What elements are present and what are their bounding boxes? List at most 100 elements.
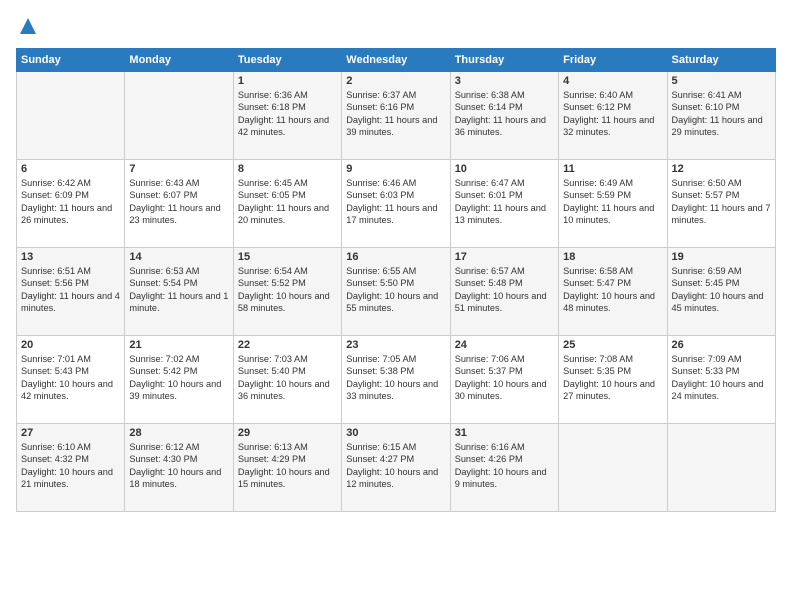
day-content: Sunrise: 6:53 AM Sunset: 5:54 PM Dayligh…: [129, 265, 228, 315]
calendar-week-2: 6 Sunrise: 6:42 AM Sunset: 6:09 PM Daylig…: [17, 160, 776, 248]
calendar-body: 1 Sunrise: 6:36 AM Sunset: 6:18 PM Daylig…: [17, 72, 776, 512]
calendar-table: SundayMondayTuesdayWednesdayThursdayFrid…: [16, 48, 776, 512]
day-content: Sunrise: 6:42 AM Sunset: 6:09 PM Dayligh…: [21, 177, 120, 227]
weekday-header-row: SundayMondayTuesdayWednesdayThursdayFrid…: [17, 49, 776, 72]
day-number: 25: [563, 339, 662, 351]
weekday-header-friday: Friday: [559, 49, 667, 72]
calendar-cell: 2 Sunrise: 6:37 AM Sunset: 6:16 PM Daylig…: [342, 72, 450, 160]
calendar-cell: 19 Sunrise: 6:59 AM Sunset: 5:45 PM Dayli…: [667, 248, 775, 336]
calendar-cell: 4Sunrise: 6:40 AM Sunset: 6:12 PM Daylig…: [559, 72, 667, 160]
day-number: 2: [346, 75, 445, 87]
weekday-header-wednesday: Wednesday: [342, 49, 450, 72]
day-number: 14: [129, 251, 228, 263]
calendar-cell: [667, 424, 775, 512]
day-content: Sunrise: 6:40 AM Sunset: 6:12 PM Dayligh…: [563, 89, 662, 139]
calendar-cell: [17, 72, 125, 160]
calendar-cell: 27 Sunrise: 6:10 AM Sunset: 4:32 PM Dayli…: [17, 424, 125, 512]
page-container: SundayMondayTuesdayWednesdayThursdayFrid…: [0, 0, 792, 520]
calendar-cell: 26Sunrise: 7:09 AM Sunset: 5:33 PM Dayli…: [667, 336, 775, 424]
weekday-header-thursday: Thursday: [450, 49, 558, 72]
calendar-cell: 5 Sunrise: 6:41 AM Sunset: 6:10 PM Daylig…: [667, 72, 775, 160]
calendar-cell: 14 Sunrise: 6:53 AM Sunset: 5:54 PM Dayli…: [125, 248, 233, 336]
day-content: Sunrise: 6:37 AM Sunset: 6:16 PM Dayligh…: [346, 89, 445, 139]
day-number: 1: [238, 75, 337, 87]
day-number: 8: [238, 163, 337, 175]
day-number: 15: [238, 251, 337, 263]
calendar-week-5: 27 Sunrise: 6:10 AM Sunset: 4:32 PM Dayli…: [17, 424, 776, 512]
day-content: Sunrise: 7:09 AM Sunset: 5:33 PM Dayligh…: [672, 353, 771, 403]
header: [16, 16, 776, 36]
calendar-cell: 28 Sunrise: 6:12 AM Sunset: 4:30 PM Dayli…: [125, 424, 233, 512]
day-content: Sunrise: 6:16 AM Sunset: 4:26 PM Dayligh…: [455, 441, 554, 491]
day-number: 30: [346, 427, 445, 439]
day-number: 24: [455, 339, 554, 351]
day-content: Sunrise: 6:10 AM Sunset: 4:32 PM Dayligh…: [21, 441, 120, 491]
weekday-header-sunday: Sunday: [17, 49, 125, 72]
day-content: Sunrise: 6:57 AM Sunset: 5:48 PM Dayligh…: [455, 265, 554, 315]
calendar-cell: 6 Sunrise: 6:42 AM Sunset: 6:09 PM Daylig…: [17, 160, 125, 248]
logo-icon: [18, 16, 38, 36]
day-content: Sunrise: 6:49 AM Sunset: 5:59 PM Dayligh…: [563, 177, 662, 227]
day-content: Sunrise: 6:58 AM Sunset: 5:47 PM Dayligh…: [563, 265, 662, 315]
day-content: Sunrise: 7:01 AM Sunset: 5:43 PM Dayligh…: [21, 353, 120, 403]
day-number: 16: [346, 251, 445, 263]
day-number: 9: [346, 163, 445, 175]
day-number: 17: [455, 251, 554, 263]
calendar-cell: 21 Sunrise: 7:02 AM Sunset: 5:42 PM Dayli…: [125, 336, 233, 424]
calendar-cell: 7Sunrise: 6:43 AM Sunset: 6:07 PM Daylig…: [125, 160, 233, 248]
calendar-cell: 17 Sunrise: 6:57 AM Sunset: 5:48 PM Dayli…: [450, 248, 558, 336]
calendar-cell: 23Sunrise: 7:05 AM Sunset: 5:38 PM Dayli…: [342, 336, 450, 424]
calendar-cell: 22Sunrise: 7:03 AM Sunset: 5:40 PM Dayli…: [233, 336, 341, 424]
day-number: 27: [21, 427, 120, 439]
day-number: 13: [21, 251, 120, 263]
day-content: Sunrise: 6:50 AM Sunset: 5:57 PM Dayligh…: [672, 177, 771, 227]
calendar-cell: 30Sunrise: 6:15 AM Sunset: 4:27 PM Dayli…: [342, 424, 450, 512]
day-content: Sunrise: 6:46 AM Sunset: 6:03 PM Dayligh…: [346, 177, 445, 227]
calendar-cell: 29Sunrise: 6:13 AM Sunset: 4:29 PM Dayli…: [233, 424, 341, 512]
calendar-cell: 31 Sunrise: 6:16 AM Sunset: 4:26 PM Dayli…: [450, 424, 558, 512]
weekday-header-saturday: Saturday: [667, 49, 775, 72]
day-number: 21: [129, 339, 228, 351]
day-content: Sunrise: 6:47 AM Sunset: 6:01 PM Dayligh…: [455, 177, 554, 227]
day-content: Sunrise: 7:06 AM Sunset: 5:37 PM Dayligh…: [455, 353, 554, 403]
day-content: Sunrise: 6:55 AM Sunset: 5:50 PM Dayligh…: [346, 265, 445, 315]
calendar-cell: 12Sunrise: 6:50 AM Sunset: 5:57 PM Dayli…: [667, 160, 775, 248]
calendar-week-4: 20 Sunrise: 7:01 AM Sunset: 5:43 PM Dayli…: [17, 336, 776, 424]
calendar-cell: 24 Sunrise: 7:06 AM Sunset: 5:37 PM Dayli…: [450, 336, 558, 424]
calendar-cell: 8Sunrise: 6:45 AM Sunset: 6:05 PM Daylig…: [233, 160, 341, 248]
day-content: Sunrise: 6:41 AM Sunset: 6:10 PM Dayligh…: [672, 89, 771, 139]
day-content: Sunrise: 7:02 AM Sunset: 5:42 PM Dayligh…: [129, 353, 228, 403]
calendar-week-3: 13 Sunrise: 6:51 AM Sunset: 5:56 PM Dayli…: [17, 248, 776, 336]
day-number: 29: [238, 427, 337, 439]
calendar-cell: 1 Sunrise: 6:36 AM Sunset: 6:18 PM Daylig…: [233, 72, 341, 160]
day-number: 20: [21, 339, 120, 351]
day-number: 3: [455, 75, 554, 87]
calendar-cell: 13 Sunrise: 6:51 AM Sunset: 5:56 PM Dayli…: [17, 248, 125, 336]
day-content: Sunrise: 6:12 AM Sunset: 4:30 PM Dayligh…: [129, 441, 228, 491]
calendar-cell: 10 Sunrise: 6:47 AM Sunset: 6:01 PM Dayli…: [450, 160, 558, 248]
day-number: 19: [672, 251, 771, 263]
day-number: 6: [21, 163, 120, 175]
day-number: 7: [129, 163, 228, 175]
day-content: Sunrise: 6:36 AM Sunset: 6:18 PM Dayligh…: [238, 89, 337, 139]
calendar-cell: 15 Sunrise: 6:54 AM Sunset: 5:52 PM Dayli…: [233, 248, 341, 336]
calendar-week-1: 1 Sunrise: 6:36 AM Sunset: 6:18 PM Daylig…: [17, 72, 776, 160]
day-content: Sunrise: 6:38 AM Sunset: 6:14 PM Dayligh…: [455, 89, 554, 139]
calendar-cell: [559, 424, 667, 512]
calendar-cell: 11 Sunrise: 6:49 AM Sunset: 5:59 PM Dayli…: [559, 160, 667, 248]
day-content: Sunrise: 6:54 AM Sunset: 5:52 PM Dayligh…: [238, 265, 337, 315]
weekday-header-tuesday: Tuesday: [233, 49, 341, 72]
day-number: 11: [563, 163, 662, 175]
day-content: Sunrise: 6:51 AM Sunset: 5:56 PM Dayligh…: [21, 265, 120, 315]
day-number: 28: [129, 427, 228, 439]
day-number: 23: [346, 339, 445, 351]
calendar-cell: 20 Sunrise: 7:01 AM Sunset: 5:43 PM Dayli…: [17, 336, 125, 424]
calendar-cell: 25Sunrise: 7:08 AM Sunset: 5:35 PM Dayli…: [559, 336, 667, 424]
day-number: 5: [672, 75, 771, 87]
day-content: Sunrise: 6:59 AM Sunset: 5:45 PM Dayligh…: [672, 265, 771, 315]
weekday-header-monday: Monday: [125, 49, 233, 72]
day-number: 31: [455, 427, 554, 439]
calendar-cell: 18Sunrise: 6:58 AM Sunset: 5:47 PM Dayli…: [559, 248, 667, 336]
day-number: 22: [238, 339, 337, 351]
day-number: 10: [455, 163, 554, 175]
